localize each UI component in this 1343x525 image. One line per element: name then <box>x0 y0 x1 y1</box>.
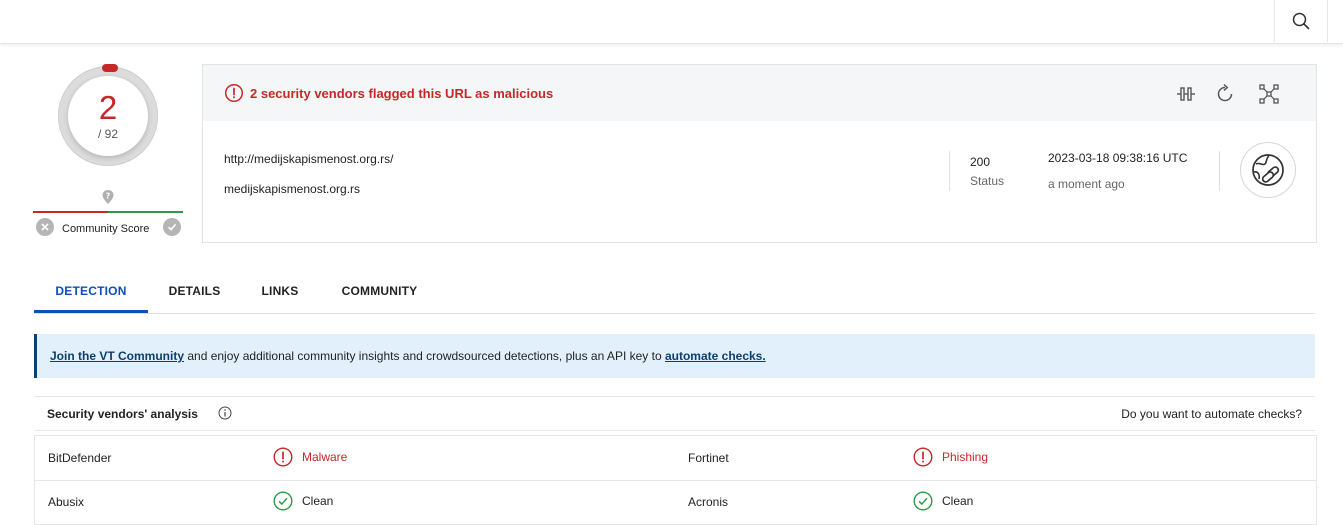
summary-header: 2 security vendors flagged this URL as m… <box>203 65 1316 121</box>
vote-harmful-button[interactable] <box>36 218 54 236</box>
table-row: Abusix Clean Acronis Clean <box>35 480 1316 525</box>
banner-message: and enjoy additional community insights … <box>184 349 665 363</box>
http-status-code: 200 <box>970 155 991 169</box>
alert-circle-icon <box>224 83 244 103</box>
check-icon <box>167 223 177 231</box>
search-button[interactable] <box>1274 0 1328 42</box>
info-icon[interactable] <box>218 406 232 420</box>
community-score-positive-bar <box>108 211 183 213</box>
join-community-link[interactable]: Join the VT Community <box>50 349 184 363</box>
tab-detection[interactable]: DETECTION <box>34 269 148 313</box>
vendor-name: Abusix <box>48 495 85 509</box>
community-banner: Join the VT Community and enjoy addition… <box>34 334 1315 378</box>
vendors-title: Security vendors' analysis <box>47 407 198 421</box>
vendor-result: Phishing <box>913 447 988 467</box>
result-label: Phishing <box>942 450 989 464</box>
graph-icon[interactable] <box>1258 83 1280 105</box>
community-score-negative-bar <box>33 211 108 213</box>
vendor-result: Clean <box>273 491 333 511</box>
globe-link-icon <box>1252 154 1284 186</box>
scanned-url: http://medijskapismenost.org.rs/ <box>224 152 394 166</box>
result-label: Clean <box>302 494 334 508</box>
vendor-name: Acronis <box>688 495 729 509</box>
community-score-pin-icon: ? <box>102 190 114 204</box>
vendor-result: Malware <box>273 447 347 467</box>
compare-icon[interactable] <box>1175 83 1197 105</box>
scanned-domain[interactable]: medijskapismenost.org.rs <box>224 182 360 196</box>
detection-count: 2 <box>98 89 118 126</box>
vendor-name: Fortinet <box>688 451 729 465</box>
tab-details[interactable]: DETAILS <box>153 269 236 313</box>
result-label: Clean <box>942 494 974 508</box>
result-label: Malware <box>302 450 348 464</box>
score-marker <box>102 64 118 72</box>
vendor-name: BitDefender <box>48 451 112 465</box>
vendor-result: Clean <box>913 491 973 511</box>
close-icon <box>41 223 49 231</box>
vendors-table: BitDefender Malware Fortinet Phishing Ab… <box>34 435 1317 525</box>
engine-total: / 92 <box>97 127 118 141</box>
table-row: BitDefender Malware Fortinet Phishing <box>35 436 1316 481</box>
reanalyze-icon[interactable] <box>1214 83 1236 105</box>
alert-circle-icon <box>913 447 933 467</box>
score-circle: 2 / 92 <box>68 76 148 156</box>
community-score-label: Community Score <box>62 223 150 235</box>
malicious-alert-text: 2 security vendors flagged this URL as m… <box>250 86 554 101</box>
url-summary-card: 2 security vendors flagged this URL as m… <box>202 64 1317 243</box>
vote-harmless-button[interactable] <box>163 218 181 236</box>
alert-circle-icon <box>273 447 293 467</box>
active-tab-indicator <box>34 310 148 313</box>
detection-score-gauge: 2 / 92 <box>58 66 158 166</box>
http-status-label: Status <box>970 174 1005 188</box>
divider <box>1219 151 1220 191</box>
check-circle-icon <box>913 491 933 511</box>
banner-text: Join the VT Community and enjoy addition… <box>50 349 766 363</box>
report-tabs: DETECTION DETAILS LINKS COMMUNITY <box>34 269 1315 314</box>
search-icon <box>1292 12 1310 30</box>
analysis-relative-time: a moment ago <box>1048 177 1125 191</box>
vendors-header: Security vendors' analysis Do you want t… <box>34 396 1315 431</box>
check-circle-icon <box>273 491 293 511</box>
top-bar <box>0 0 1343 44</box>
automate-checks-prompt[interactable]: Do you want to automate checks? <box>1121 407 1302 421</box>
svg-text:?: ? <box>106 192 111 201</box>
tab-community[interactable]: COMMUNITY <box>324 269 435 313</box>
analysis-date: 2023-03-18 09:38:16 UTC <box>1048 151 1188 165</box>
tab-links[interactable]: LINKS <box>246 269 314 313</box>
divider <box>949 151 950 191</box>
automate-checks-link[interactable]: automate checks. <box>665 349 766 363</box>
url-type-badge <box>1240 142 1296 198</box>
